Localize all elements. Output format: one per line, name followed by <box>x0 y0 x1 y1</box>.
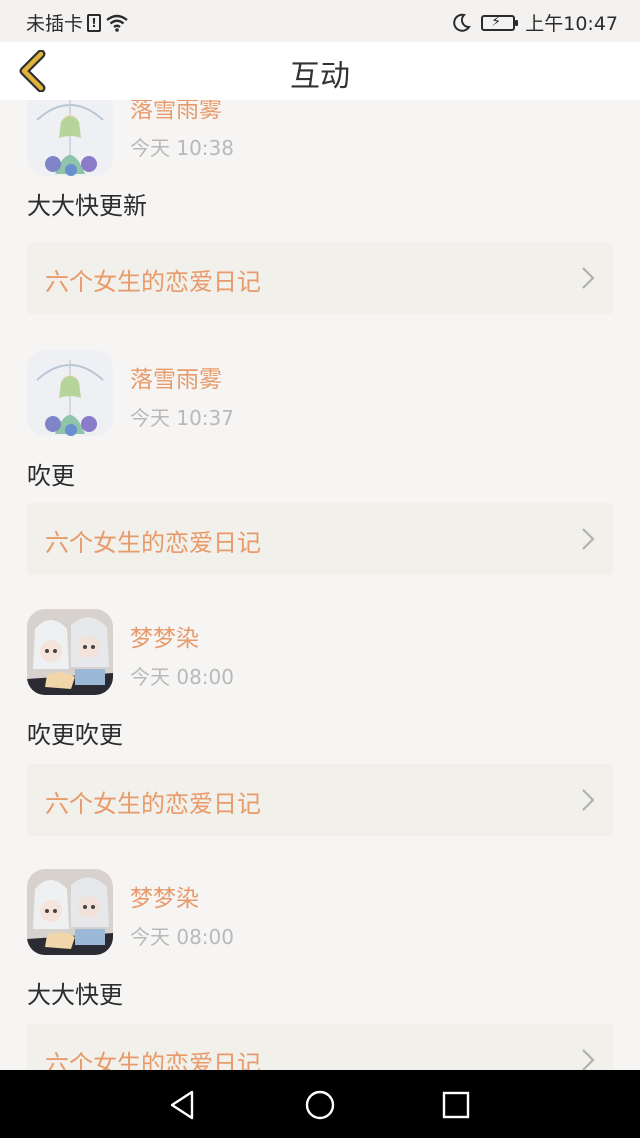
book-title: 六个女生的恋爱日记 <box>45 790 261 818</box>
status-right: ⚡ 上午10:47 <box>451 9 618 36</box>
wifi-icon <box>106 14 128 32</box>
girl-umbrella-avatar <box>27 350 113 436</box>
book-title: 六个女生的恋爱日记 <box>45 268 261 296</box>
book-title: 六个女生的恋爱日记 <box>45 529 261 557</box>
list-item: 梦梦染 今天 08:00 大大快更 六个女生的恋爱日记 <box>0 869 640 1070</box>
avatar[interactable] <box>27 350 113 436</box>
chevron-right-icon <box>582 267 595 289</box>
timestamp: 今天 10:38 <box>130 136 234 160</box>
sim-warning-icon: ! <box>87 13 102 32</box>
book-card[interactable]: 六个女生的恋爱日记 <box>27 242 613 314</box>
list-item: 落雪雨雾 今天 10:38 大大快更新 六个女生的恋爱日记 <box>0 100 640 350</box>
nav-recents-button[interactable] <box>439 1088 473 1122</box>
chevron-right-icon <box>582 528 595 550</box>
interaction-feed[interactable]: 落雪雨雾 今天 10:38 大大快更新 六个女生的恋爱日记 落雪雨雾 今天 10… <box>0 100 640 1070</box>
girl-umbrella-avatar <box>27 100 113 176</box>
comment-text: 吹更 <box>27 462 75 490</box>
username[interactable]: 落雪雨雾 <box>130 100 222 124</box>
nav-home-button[interactable] <box>303 1088 337 1122</box>
timestamp: 今天 10:37 <box>130 406 234 430</box>
nav-back-button[interactable] <box>166 1088 200 1122</box>
comment-text: 吹更吹更 <box>27 721 123 749</box>
book-title: 六个女生的恋爱日记 <box>45 1050 261 1070</box>
home-circle-icon <box>305 1090 335 1120</box>
chevron-right-icon <box>582 789 595 811</box>
timestamp: 今天 08:00 <box>130 665 234 689</box>
list-item: 落雪雨雾 今天 10:37 吹更 六个女生的恋爱日记 <box>0 350 640 610</box>
status-bar: 未插卡 ! ⚡ 上午10:47 <box>0 0 640 42</box>
book-card[interactable]: 六个女生的恋爱日记 <box>27 764 613 836</box>
screen: 未插卡 ! ⚡ 上午10:47 互动 落雪雨雾 今天 10:38 大大快更新 六… <box>0 0 640 1138</box>
list-item: 梦梦染 今天 08:00 吹更吹更 六个女生的恋爱日记 <box>0 609 640 869</box>
comment-text: 大大快更新 <box>27 192 147 220</box>
anime-couple-avatar <box>27 609 113 695</box>
back-button[interactable] <box>14 49 54 93</box>
avatar[interactable] <box>27 100 113 176</box>
username[interactable]: 梦梦染 <box>130 879 199 913</box>
comment-text: 大大快更 <box>27 981 123 1009</box>
page-title: 互动 <box>290 59 350 94</box>
chevron-left-icon <box>19 49 46 93</box>
anime-couple-avatar <box>27 869 113 955</box>
carrier-label: 未插卡 <box>26 13 84 35</box>
moon-icon <box>453 13 472 32</box>
clock: 上午10:47 <box>525 13 618 35</box>
timestamp: 今天 08:00 <box>130 925 234 949</box>
username[interactable]: 落雪雨雾 <box>130 360 222 394</box>
avatar[interactable] <box>27 609 113 695</box>
book-card[interactable]: 六个女生的恋爱日记 <box>27 503 613 575</box>
header: 互动 <box>0 42 640 100</box>
book-card[interactable]: 六个女生的恋爱日记 <box>27 1024 613 1070</box>
back-triangle-icon <box>170 1090 194 1120</box>
recents-square-icon <box>442 1091 470 1119</box>
username[interactable]: 梦梦染 <box>130 619 199 653</box>
system-nav-bar <box>0 1070 640 1138</box>
chevron-right-icon <box>582 1049 595 1070</box>
status-left: 未插卡 ! <box>26 9 129 36</box>
battery-charging-icon: ⚡ <box>481 14 519 31</box>
avatar[interactable] <box>27 869 113 955</box>
